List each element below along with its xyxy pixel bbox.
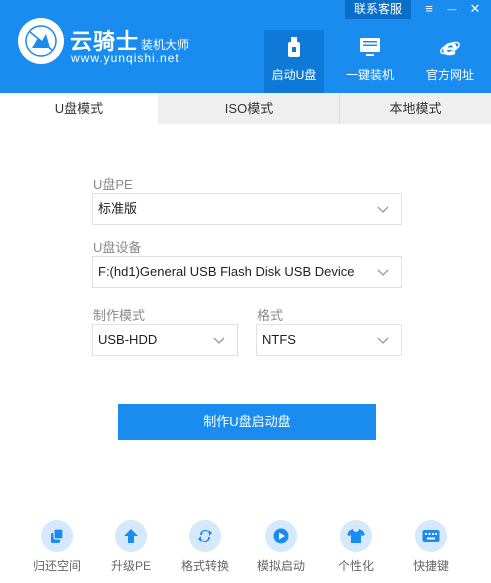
usb-device-label: U盘设备 xyxy=(93,240,142,255)
make-mode-value: USB-HDD xyxy=(98,332,158,347)
chevron-down-icon xyxy=(377,337,389,344)
usb-pe-label: U盘PE xyxy=(93,177,133,192)
monitor-icon xyxy=(360,38,380,56)
restore-space-icon xyxy=(41,520,73,552)
ie-browser-icon: e xyxy=(440,36,460,58)
tool-upgrade-pe[interactable]: 升级PE xyxy=(96,520,166,574)
tshirt-icon xyxy=(340,520,372,552)
minimize-icon[interactable]: — xyxy=(441,0,463,19)
keyboard-icon xyxy=(415,520,447,552)
chevron-down-icon xyxy=(377,206,389,213)
make-boot-usb-button[interactable]: 制作U盘启动盘 xyxy=(118,404,376,440)
usb-device-select[interactable]: F:(hd1)General USB Flash Disk USB Device xyxy=(92,256,402,288)
tool-format-convert-label: 格式转换 xyxy=(180,559,229,573)
tool-upgrade-pe-label: 升级PE xyxy=(110,559,151,573)
nav-boot-usb[interactable]: 启动U盘 xyxy=(264,30,324,93)
brand-subtitle: 装机大师 xyxy=(141,38,190,52)
usb-drive-icon xyxy=(288,37,300,57)
tool-shortcut-keys-label: 快捷键 xyxy=(412,559,449,573)
play-icon xyxy=(265,520,297,552)
tab-local-mode[interactable]: 本地模式 xyxy=(340,93,491,124)
usb-pe-value: 标准版 xyxy=(98,201,138,216)
tab-usb-mode[interactable]: U盘模式 xyxy=(0,93,158,124)
upgrade-icon xyxy=(115,520,147,552)
nav-official-site-label: 官方网址 xyxy=(425,68,474,82)
menu-icon[interactable]: ≡ xyxy=(418,0,440,19)
chevron-down-icon xyxy=(377,269,389,276)
make-mode-label: 制作模式 xyxy=(93,308,146,323)
tool-format-convert[interactable]: 格式转换 xyxy=(170,520,240,574)
app-header: 云骑士 装机大师 www.yunqishi.net 联系客服 ≡ — ✕ 启动U盘… xyxy=(0,0,491,93)
format-select[interactable]: NTFS xyxy=(256,324,402,356)
tab-iso-mode[interactable]: ISO模式 xyxy=(159,93,339,124)
convert-icon xyxy=(189,520,221,552)
knight-logo-icon xyxy=(18,18,64,64)
tool-restore-space[interactable]: 归还空间 xyxy=(22,520,92,574)
tool-restore-space-label: 归还空间 xyxy=(32,559,81,573)
tool-personalize-label: 个性化 xyxy=(337,559,374,573)
tool-shortcut-keys[interactable]: 快捷键 xyxy=(396,520,466,574)
tool-simulate-boot-label: 模拟启动 xyxy=(256,559,305,573)
nav-one-click-install[interactable]: 一键装机 xyxy=(340,30,400,93)
nav-one-click-install-label: 一键装机 xyxy=(345,68,394,82)
mode-tabs: U盘模式 ISO模式 本地模式 xyxy=(0,93,491,124)
usb-device-value: F:(hd1)General USB Flash Disk USB Device xyxy=(98,264,355,279)
tool-personalize[interactable]: 个性化 xyxy=(321,520,391,574)
format-value: NTFS xyxy=(262,332,296,347)
close-icon[interactable]: ✕ xyxy=(464,0,486,19)
format-label: 格式 xyxy=(257,308,284,323)
make-mode-select[interactable]: USB-HDD xyxy=(92,324,238,356)
nav-boot-usb-label: 启动U盘 xyxy=(271,68,317,82)
brand-url: www.yunqishi.net xyxy=(71,51,180,65)
tool-simulate-boot[interactable]: 模拟启动 xyxy=(246,520,316,574)
nav-official-site[interactable]: e 官方网址 xyxy=(420,30,480,93)
chevron-down-icon xyxy=(213,337,225,344)
contact-support-button[interactable]: 联系客服 xyxy=(345,0,411,19)
usb-pe-select[interactable]: 标准版 xyxy=(92,193,402,225)
